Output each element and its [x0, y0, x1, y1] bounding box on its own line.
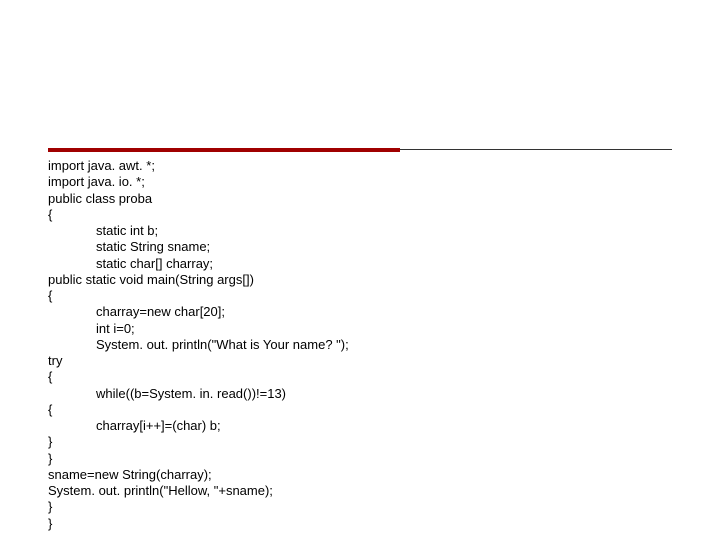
divider-line — [400, 149, 672, 150]
code-line: System. out. println("What is Your name?… — [48, 337, 720, 353]
code-line: public static void main(String args[]) — [48, 272, 720, 288]
code-line: charray[i++]=(char) b; — [48, 418, 720, 434]
code-line: static String sname; — [48, 239, 720, 255]
code-line: int i=0; — [48, 321, 720, 337]
code-line: } — [48, 434, 720, 450]
code-line: } — [48, 499, 720, 515]
code-line: import java. io. *; — [48, 174, 720, 190]
slide-divider — [48, 148, 672, 152]
code-line: static int b; — [48, 223, 720, 239]
code-line: try — [48, 353, 720, 369]
code-line: { — [48, 207, 720, 223]
code-line: } — [48, 516, 720, 532]
code-line: static char[] charray; — [48, 256, 720, 272]
code-line: sname=new String(charray); — [48, 467, 720, 483]
code-line: charray=new char[20]; — [48, 304, 720, 320]
code-line: { — [48, 402, 720, 418]
divider-accent — [48, 148, 400, 152]
code-line: import java. awt. *; — [48, 158, 720, 174]
code-line: public class proba — [48, 191, 720, 207]
code-line: } — [48, 451, 720, 467]
code-line: { — [48, 288, 720, 304]
code-block: import java. awt. *; import java. io. *;… — [48, 158, 720, 532]
slide-content: import java. awt. *; import java. io. *;… — [0, 0, 720, 532]
code-line: { — [48, 369, 720, 385]
code-line: while((b=System. in. read())!=13) — [48, 386, 720, 402]
code-line: System. out. println("Hellow, "+sname); — [48, 483, 720, 499]
